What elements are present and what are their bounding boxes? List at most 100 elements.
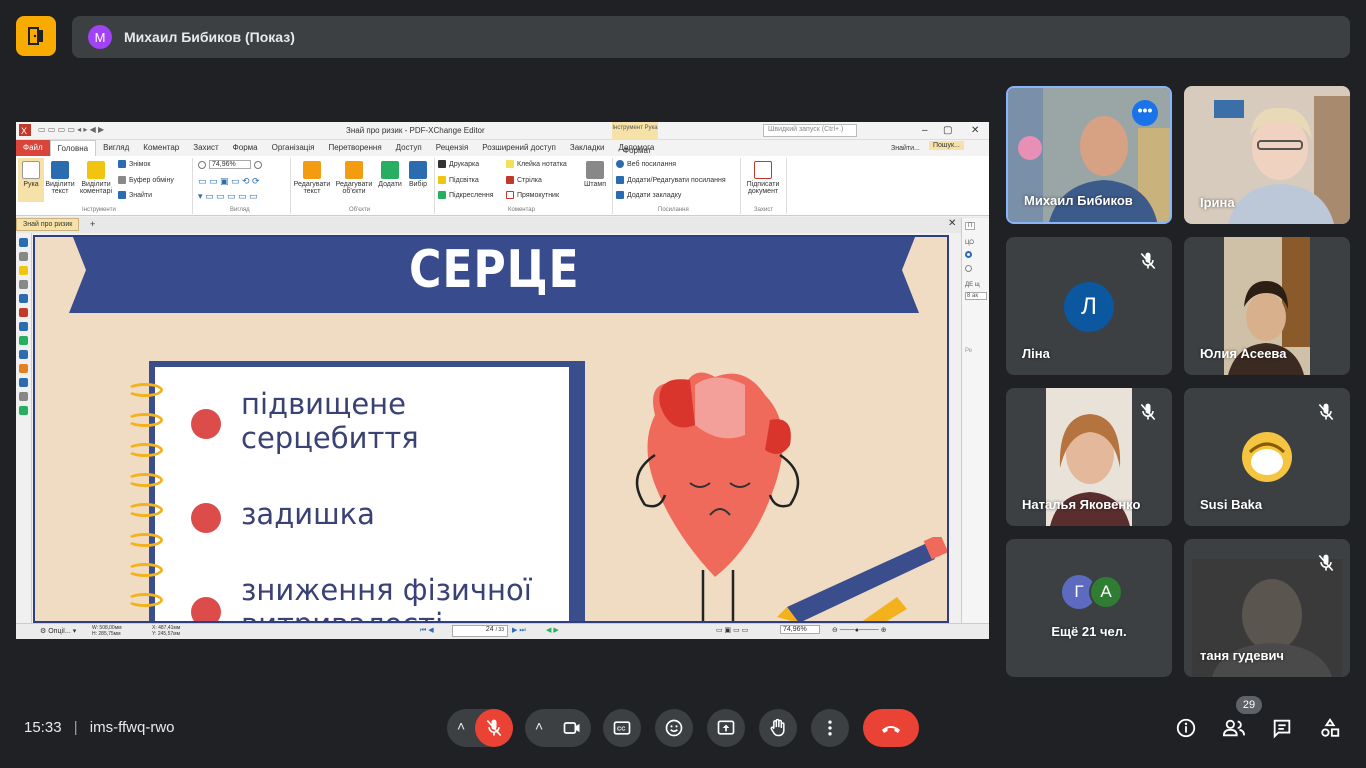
zoom-select[interactable]: 74,96%: [198, 160, 262, 169]
snapshot-button[interactable]: Знімок: [118, 160, 150, 168]
people-button[interactable]: [1218, 712, 1250, 744]
edit-text-button[interactable]: Редагувати текст: [292, 161, 332, 195]
pane-radio-2[interactable]: [965, 265, 972, 272]
find-button[interactable]: Знайти: [118, 191, 152, 199]
layout-icons[interactable]: ▭ ▣ ▭ ▭: [716, 626, 748, 634]
more-options-button[interactable]: [811, 709, 849, 747]
camera-toggle-button[interactable]: [553, 709, 591, 747]
select-button[interactable]: Вибір: [405, 161, 431, 188]
menu-home[interactable]: Головна: [49, 140, 97, 156]
typewriter-button[interactable]: Друкарка: [438, 160, 479, 168]
pane-radio-1[interactable]: [965, 251, 972, 258]
end-call-icon: [882, 726, 900, 733]
menu-review[interactable]: Рецензія: [429, 140, 476, 156]
menu-file[interactable]: Файл: [16, 140, 50, 156]
participant-tile[interactable]: Наталья Яковенко: [1006, 388, 1172, 526]
raise-hand-button[interactable]: [759, 709, 797, 747]
select-text-button[interactable]: Виділити текст: [44, 161, 76, 195]
reactions-button[interactable]: [655, 709, 693, 747]
add-edit-links-button[interactable]: Додати/Редагувати посилання: [616, 176, 726, 184]
menu-view[interactable]: Вигляд: [96, 140, 136, 156]
menu-format[interactable]: Формат: [616, 143, 658, 155]
page-nav-next-last[interactable]: ▶ ⏭: [512, 626, 526, 635]
menu-organize[interactable]: Організація: [265, 140, 322, 156]
zoom-slider[interactable]: ⊖ ───●──── ⊕: [832, 626, 887, 634]
slide-canvas[interactable]: СЕРЦЕ підвищене серцебиття задишка зниже…: [33, 235, 949, 623]
view-tools-icons[interactable]: ▭ ▭ ▣ ▭ ⟲ ⟳: [198, 176, 260, 187]
quick-launch-input[interactable]: Швидкий запуск (Ctrl+.): [763, 124, 857, 137]
more-participants-tile[interactable]: Г А Ещё 21 чел.: [1006, 539, 1172, 677]
add-bookmark-button[interactable]: Додати закладку: [616, 191, 681, 199]
pane-input[interactable]: 8 ак: [965, 292, 987, 300]
comments-panel-icon[interactable]: [19, 266, 28, 275]
bookmarks-panel-icon[interactable]: [19, 238, 28, 247]
destinations-panel-icon[interactable]: [19, 322, 28, 331]
close-doc-icon[interactable]: ✕: [948, 218, 956, 229]
clipboard-button[interactable]: Буфер обміну: [118, 176, 174, 184]
activities-button[interactable]: [1314, 712, 1346, 744]
format-panel-icon[interactable]: [19, 406, 28, 415]
participant-tile[interactable]: ••• Михаил Бибиков: [1006, 86, 1172, 224]
more-options-icon[interactable]: •••: [1132, 100, 1158, 126]
present-button[interactable]: [707, 709, 745, 747]
participant-tile[interactable]: Ірина: [1184, 86, 1350, 224]
quick-access-icons[interactable]: ▭ ▭ ▭ ▭ ◂ ▸ ◀ ▶: [38, 125, 104, 134]
page-nav-first-prev[interactable]: ⏮ ◀: [420, 626, 434, 635]
tags-panel-icon[interactable]: [19, 336, 28, 345]
signatures-panel-icon[interactable]: [19, 308, 28, 317]
close-icon[interactable]: ✕: [971, 125, 979, 136]
history-nav[interactable]: ◀ ▶: [546, 626, 559, 634]
sticky-note-button[interactable]: Клейка нотатка: [506, 160, 567, 168]
new-tab-icon[interactable]: +: [90, 219, 95, 229]
menu-bookmarks[interactable]: Закладки: [563, 140, 612, 156]
group-protect-label: Захист: [754, 207, 774, 213]
menu-form[interactable]: Форма: [226, 140, 265, 156]
doc-tab[interactable]: Знай про ризик: [16, 218, 80, 231]
present-window-icon[interactable]: [16, 16, 56, 56]
menu-search[interactable]: Пошук...: [929, 141, 964, 150]
structure-panel-icon[interactable]: [19, 350, 28, 359]
leave-call-button[interactable]: [863, 709, 919, 747]
page-number-input[interactable]: 24 / 33: [452, 625, 508, 637]
menu-protect[interactable]: Захист: [186, 140, 225, 156]
properties-panel-icon[interactable]: [19, 364, 28, 373]
mic-toggle-button[interactable]: [475, 709, 513, 747]
participant-tile[interactable]: Susi Baka: [1184, 388, 1350, 526]
minimize-icon[interactable]: –: [922, 125, 928, 136]
participant-tile[interactable]: Л Ліна: [1006, 237, 1172, 375]
stamp-button[interactable]: Штамп: [580, 161, 610, 188]
select-comments-button[interactable]: Виділити коментарі: [78, 161, 114, 195]
participant-tile[interactable]: Юлия Асеева: [1184, 237, 1350, 375]
highlight-button[interactable]: Підсвітка: [438, 176, 479, 184]
participant-tile[interactable]: таня гудевич: [1184, 539, 1350, 677]
edit-objects-button[interactable]: Редагувати об'єкти: [334, 161, 374, 195]
chevron-up-icon[interactable]: ˄: [457, 718, 465, 734]
add-button[interactable]: Додати: [375, 161, 405, 188]
menu-comment[interactable]: Коментар: [136, 140, 186, 156]
options-button[interactable]: ⚙ Опції... ▾: [40, 627, 76, 635]
rectangle-button[interactable]: Прямокутник: [506, 191, 559, 199]
chat-button[interactable]: [1266, 712, 1298, 744]
people-icon: [1222, 719, 1245, 737]
arrow-button[interactable]: Стрілка: [506, 176, 542, 184]
underline-button[interactable]: Підкреслення: [438, 191, 494, 199]
meeting-details-button[interactable]: [1170, 712, 1202, 744]
search-panel-icon[interactable]: [19, 378, 28, 387]
menu-access[interactable]: Доступ: [389, 140, 429, 156]
pages-panel-icon[interactable]: [19, 252, 28, 261]
attachments-panel-icon[interactable]: [19, 280, 28, 289]
view-tools-icons-2[interactable]: ▾ ▭ ▭ ▭ ▭ ▭: [198, 191, 258, 202]
web-links-button[interactable]: Веб посилання: [616, 160, 676, 168]
menu-convert[interactable]: Перетворення: [321, 140, 388, 156]
menu-extended-access[interactable]: Розширений доступ: [475, 140, 563, 156]
captions-button[interactable]: CC: [603, 709, 641, 747]
menu-find[interactable]: Знайти...: [884, 142, 927, 152]
chevron-up-icon[interactable]: ˄: [535, 718, 543, 734]
status-zoom[interactable]: 74,96%: [780, 625, 820, 634]
hand-tool-button[interactable]: Рука: [18, 158, 44, 202]
layers-panel-icon[interactable]: [19, 294, 28, 303]
sign-document-button[interactable]: Підписати документ: [742, 161, 784, 195]
content-panel-icon[interactable]: [19, 392, 28, 401]
pane-tab[interactable]: П: [965, 222, 976, 230]
maximize-icon[interactable]: ▢: [943, 125, 952, 136]
